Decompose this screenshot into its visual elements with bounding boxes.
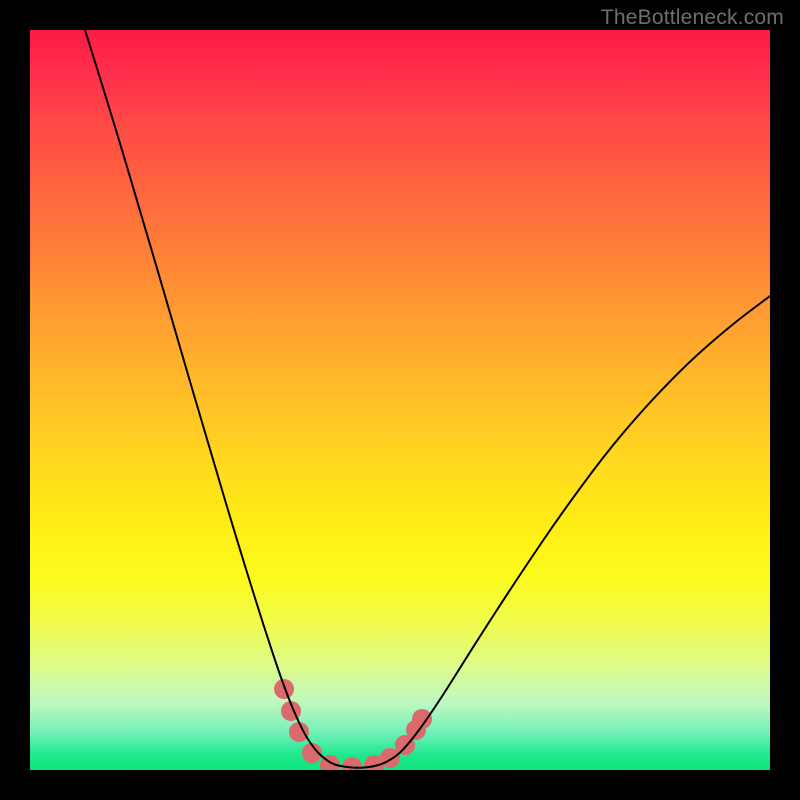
plot-area bbox=[30, 30, 770, 770]
chart-frame: TheBottleneck.com bbox=[0, 0, 800, 800]
bottleneck-curve bbox=[85, 30, 770, 768]
chart-svg bbox=[30, 30, 770, 770]
optimal-marker bbox=[274, 679, 294, 699]
optimal-marker-group bbox=[274, 679, 432, 770]
watermark-text: TheBottleneck.com bbox=[601, 6, 784, 30]
optimal-marker bbox=[289, 722, 309, 742]
